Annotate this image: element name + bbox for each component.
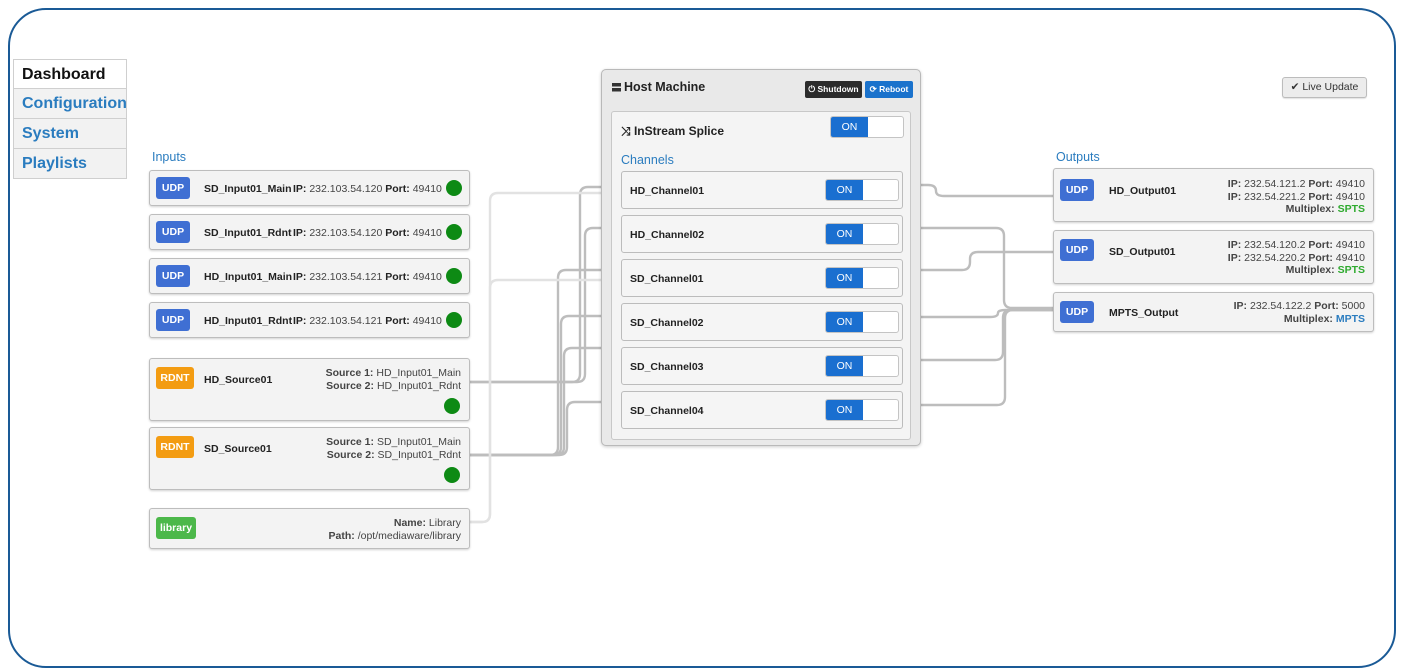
channel-toggle[interactable]: ON (825, 223, 899, 245)
output-card[interactable]: UDP SD_Output01 IP: 232.54.120.2 Port: 4… (1053, 230, 1374, 284)
channel-name: HD_Channel01 (630, 185, 705, 197)
input-card[interactable]: UDP SD_Input01_Main IP: 232.103.54.120 P… (149, 170, 470, 206)
wire-hd-source-to-hd-channel02 (470, 226, 620, 384)
nav-item-playlists[interactable]: Playlists (13, 149, 127, 179)
output-card[interactable]: UDP MPTS_Output IP: 232.54.122.2 Port: 5… (1053, 292, 1374, 332)
output-details: IP: 232.54.122.2 Port: 5000 Multiplex: M… (1233, 300, 1365, 325)
status-dot (444, 467, 460, 483)
rdnt-tag: RDNT (156, 436, 194, 458)
status-dot (444, 398, 460, 414)
input-card[interactable]: UDP HD_Input01_Main IP: 232.103.54.121 P… (149, 258, 470, 294)
udp-tag: UDP (1060, 239, 1094, 261)
power-icon: ⏻ (808, 84, 816, 94)
live-update-button[interactable]: ✔ Live Update (1282, 77, 1367, 98)
output-name: HD_Output01 (1109, 185, 1177, 197)
nav-item-dashboard[interactable]: Dashboard (13, 59, 127, 89)
reboot-button[interactable]: ⟳ Reboot (865, 81, 913, 98)
status-dot (446, 224, 462, 240)
output-details: IP: 232.54.120.2 Port: 49410 IP: 232.54.… (1227, 239, 1365, 276)
input-name: HD_Input01_Rdnt (204, 315, 293, 327)
wire-sd-channel01-to-sd-output01 (904, 250, 1056, 272)
output-name: MPTS_Output (1109, 307, 1179, 319)
channel-toggle[interactable]: ON (825, 267, 899, 289)
channel-name: SD_Channel01 (630, 273, 704, 285)
wire-sd-source-to-sd-channel04 (470, 400, 620, 457)
output-details: IP: 232.54.121.2 Port: 49410 IP: 232.54.… (1227, 178, 1365, 215)
channel-toggle[interactable]: ON (825, 179, 899, 201)
splice-label: ⤨ InStream Splice (621, 124, 724, 138)
inputs-heading: Inputs (152, 150, 187, 164)
channel-row[interactable]: SD_Channel01 ON (621, 259, 903, 297)
wire-sd-source-to-sd-channel01 (470, 268, 620, 457)
nav-item-system[interactable]: System (13, 119, 127, 149)
source-card[interactable]: RDNT SD_Source01 Source 1: SD_Input01_Ma… (149, 427, 470, 490)
channel-toggle[interactable]: ON (825, 311, 899, 333)
udp-tag: UDP (156, 309, 190, 331)
input-name: SD_Input01_Rdnt (204, 227, 292, 239)
wire-hd-channel02-to-mpts-output (904, 226, 1056, 310)
splice-toggle[interactable]: ON (830, 116, 904, 138)
source-name: HD_Source01 (204, 374, 273, 386)
input-name: SD_Input01_Main (204, 183, 292, 195)
udp-tag: UDP (156, 177, 190, 199)
library-card[interactable]: library Name: Library Path: /opt/mediawa… (149, 508, 470, 549)
udp-tag: UDP (156, 221, 190, 243)
output-name: SD_Output01 (1109, 246, 1176, 258)
wire-library-to-hd-channel01 (470, 191, 620, 524)
library-details: Name: Library Path: /opt/mediaware/libra… (328, 517, 461, 542)
source-list: Source 1: HD_Input01_Main Source 2: HD_I… (325, 367, 461, 392)
input-name: HD_Input01_Main (204, 271, 293, 283)
source-name: SD_Source01 (204, 443, 272, 455)
channel-row[interactable]: HD_Channel02 ON (621, 215, 903, 253)
input-address: IP: 232.103.54.120 Port: 49410 (293, 183, 442, 195)
udp-tag: UDP (156, 265, 190, 287)
wire-hd-source-to-hd-channel01 (470, 185, 620, 384)
check-icon: ✔ (1290, 81, 1300, 93)
host-machine-panel: Host Machine ⏻ Shutdown ⟳ Reboot ⤨ InStr… (601, 69, 921, 446)
udp-tag: UDP (1060, 301, 1094, 323)
channel-name: SD_Channel02 (630, 317, 704, 329)
server-icon (612, 83, 621, 92)
shuffle-icon: ⤨ (621, 124, 631, 138)
channel-name: SD_Channel04 (630, 405, 704, 417)
channel-toggle[interactable]: ON (825, 355, 899, 377)
channel-row[interactable]: SD_Channel04 ON (621, 391, 903, 429)
status-dot (446, 180, 462, 196)
nav-item-configuration[interactable]: Configuration (13, 89, 127, 119)
input-card[interactable]: UDP HD_Input01_Rdnt IP: 232.103.54.121 P… (149, 302, 470, 338)
channel-name: SD_Channel03 (630, 361, 704, 373)
host-title: Host Machine (612, 80, 705, 94)
status-dot (446, 312, 462, 328)
channel-toggle[interactable]: ON (825, 399, 899, 421)
outputs-heading: Outputs (1056, 150, 1100, 164)
host-inner-panel: ⤨ InStream Splice ON Channels HD_Channel… (611, 111, 911, 440)
wire-sd-channel04-to-mpts-output (904, 308, 1056, 407)
status-dot (446, 268, 462, 284)
source-card[interactable]: RDNT HD_Source01 Source 1: HD_Input01_Ma… (149, 358, 470, 421)
refresh-icon: ⟳ (869, 84, 877, 94)
channel-row[interactable]: SD_Channel02 ON (621, 303, 903, 341)
library-tag: library (156, 517, 196, 539)
channel-row[interactable]: HD_Channel01 ON (621, 171, 903, 209)
channel-row[interactable]: SD_Channel03 ON (621, 347, 903, 385)
shutdown-button[interactable]: ⏻ Shutdown (805, 81, 862, 98)
input-address: IP: 232.103.54.121 Port: 49410 (293, 315, 442, 327)
udp-tag: UDP (1060, 179, 1094, 201)
input-address: IP: 232.103.54.120 Port: 49410 (293, 227, 442, 239)
output-card[interactable]: UDP HD_Output01 IP: 232.54.121.2 Port: 4… (1053, 168, 1374, 222)
source-list: Source 1: SD_Input01_Main Source 2: SD_I… (326, 436, 461, 461)
wire-hd-channel01-to-hd-output01 (904, 183, 1056, 198)
wire-sd-source-to-sd-channel02 (470, 314, 620, 457)
sidebar-nav: Dashboard Configuration System Playlists (13, 59, 127, 179)
input-card[interactable]: UDP SD_Input01_Rdnt IP: 232.103.54.120 P… (149, 214, 470, 250)
rdnt-tag: RDNT (156, 367, 194, 389)
channels-heading: Channels (621, 153, 674, 167)
input-address: IP: 232.103.54.121 Port: 49410 (293, 271, 442, 283)
channel-name: HD_Channel02 (630, 229, 705, 241)
